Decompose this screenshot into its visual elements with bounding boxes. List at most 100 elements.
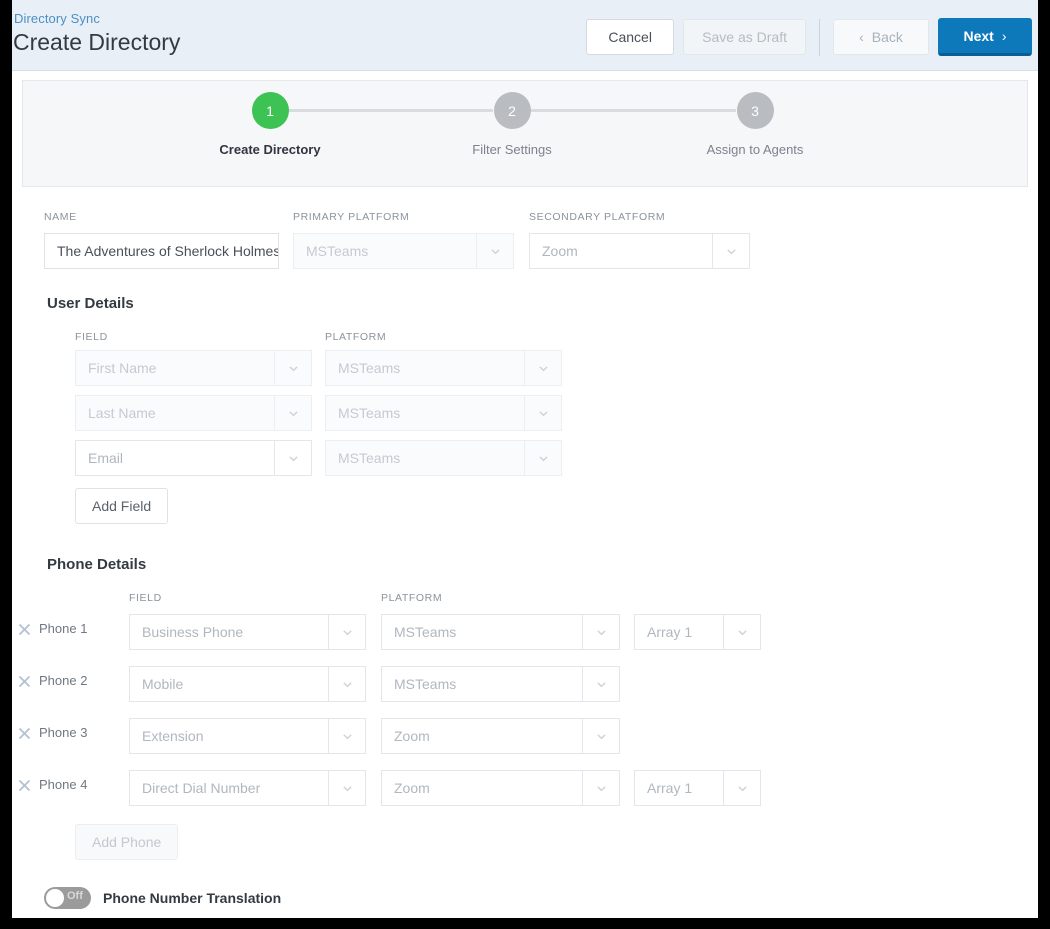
user-detail-row: Last Name MSTeams bbox=[12, 392, 1038, 437]
phone-number-translation-row: Off Phone Number Translation bbox=[44, 884, 1038, 912]
remove-phone-icon[interactable] bbox=[17, 726, 32, 741]
phone-number-translation-toggle[interactable]: Off bbox=[44, 887, 91, 909]
phone-array-select[interactable]: Array 1 bbox=[634, 614, 761, 650]
stepper-connector-line bbox=[531, 109, 736, 112]
toggle-knob bbox=[46, 889, 64, 907]
remove-phone-icon[interactable] bbox=[17, 778, 32, 793]
phone-field-select-value: Mobile bbox=[129, 666, 328, 702]
page-header: Directory Sync Create Directory Cancel S… bbox=[12, 0, 1038, 71]
chevron-down-icon bbox=[328, 770, 366, 806]
chevron-down-icon bbox=[524, 440, 562, 476]
phone-field-select[interactable]: Mobile bbox=[129, 666, 366, 702]
user-field-select[interactable]: Last Name bbox=[75, 395, 312, 431]
user-field-select[interactable]: Email bbox=[75, 440, 312, 476]
name-field-group: NAME The Adventures of Sherlock Holmes bbox=[44, 211, 279, 269]
phone-field-select-value: Direct Dial Number bbox=[129, 770, 328, 806]
user-platform-select-value: MSTeams bbox=[325, 440, 524, 476]
remove-phone-icon[interactable] bbox=[17, 622, 32, 637]
phone-platform-select[interactable]: Zoom bbox=[381, 718, 620, 754]
next-button[interactable]: Next › bbox=[938, 18, 1032, 56]
stepper-step-1[interactable]: 1 Create Directory bbox=[185, 92, 355, 157]
save-as-draft-button[interactable]: Save as Draft bbox=[683, 19, 806, 55]
user-platform-select[interactable]: MSTeams bbox=[325, 440, 562, 476]
back-button[interactable]: ‹ Back bbox=[833, 19, 929, 55]
stepper-step-number: 2 bbox=[493, 92, 531, 129]
back-button-label: Back bbox=[871, 29, 903, 45]
phone-detail-row: Phone 3 Extension Zoom bbox=[12, 712, 1038, 764]
top-fields-row: NAME The Adventures of Sherlock Holmes P… bbox=[12, 211, 1038, 275]
phone-field-column-header: FIELD bbox=[129, 592, 162, 604]
stepper-connector-line bbox=[289, 109, 493, 112]
stepper-step-3[interactable]: 3 Assign to Agents bbox=[670, 92, 840, 157]
user-field-select[interactable]: First Name bbox=[75, 350, 312, 386]
chevron-down-icon bbox=[582, 666, 620, 702]
user-detail-row: Email MSTeams bbox=[12, 437, 1038, 482]
phone-field-select[interactable]: Direct Dial Number bbox=[129, 770, 366, 806]
chevron-down-icon bbox=[274, 395, 312, 431]
user-platform-column-header: PLATFORM bbox=[325, 331, 387, 343]
phone-details-rows: Phone 1 Business Phone MSTeams Array 1 Phone… bbox=[12, 608, 1038, 816]
phone-array-select-value: Array 1 bbox=[634, 614, 723, 650]
chevron-down-icon bbox=[328, 666, 366, 702]
phone-platform-select[interactable]: MSTeams bbox=[381, 666, 620, 702]
chevron-down-icon bbox=[524, 395, 562, 431]
user-field-select-value: Last Name bbox=[75, 395, 274, 431]
name-label: NAME bbox=[44, 211, 77, 223]
add-field-button[interactable]: Add Field bbox=[75, 488, 169, 524]
user-platform-select[interactable]: MSTeams bbox=[325, 395, 562, 431]
stepper-step-number: 3 bbox=[736, 92, 774, 129]
next-button-label: Next bbox=[963, 28, 994, 44]
phone-platform-select[interactable]: MSTeams bbox=[381, 614, 620, 650]
chevron-down-icon bbox=[723, 770, 761, 806]
phone-number-translation-label: Phone Number Translation bbox=[103, 890, 282, 906]
page-title: Create Directory bbox=[13, 29, 181, 55]
phone-row-name: Phone 2 bbox=[39, 673, 88, 688]
phone-platform-select-value: MSTeams bbox=[381, 614, 582, 650]
phone-array-select-value: Array 1 bbox=[634, 770, 723, 806]
chevron-down-icon bbox=[582, 718, 620, 754]
remove-phone-icon[interactable] bbox=[17, 674, 32, 689]
application-window: Directory Sync Create Directory Cancel S… bbox=[12, 0, 1038, 918]
primary-platform-select[interactable]: MSTeams bbox=[293, 233, 514, 269]
user-detail-row: First Name MSTeams bbox=[12, 347, 1038, 392]
chevron-down-icon bbox=[524, 350, 562, 386]
user-details-title: User Details bbox=[47, 295, 134, 312]
phone-detail-row: Phone 2 Mobile MSTeams bbox=[12, 660, 1038, 712]
user-platform-select[interactable]: MSTeams bbox=[325, 350, 562, 386]
name-input[interactable]: The Adventures of Sherlock Holmes bbox=[44, 233, 279, 269]
phone-platform-select-value: MSTeams bbox=[381, 666, 582, 702]
phone-field-select[interactable]: Business Phone bbox=[129, 614, 366, 650]
user-field-select-value: First Name bbox=[75, 350, 274, 386]
user-platform-select-value: MSTeams bbox=[325, 350, 524, 386]
cancel-button[interactable]: Cancel bbox=[586, 19, 675, 55]
stepper-step-2[interactable]: 2 Filter Settings bbox=[427, 92, 597, 157]
phone-array-select[interactable]: Array 1 bbox=[634, 770, 761, 806]
primary-platform-value: MSTeams bbox=[293, 233, 476, 269]
phone-field-select-value: Extension bbox=[129, 718, 328, 754]
user-field-column-header: FIELD bbox=[75, 331, 108, 343]
phone-platform-select[interactable]: Zoom bbox=[381, 770, 620, 806]
secondary-platform-value: Zoom bbox=[529, 233, 712, 269]
secondary-platform-select[interactable]: Zoom bbox=[529, 233, 750, 269]
wizard-stepper-panel: 1 Create Directory 2 Filter Settings 3 Assign… bbox=[22, 80, 1028, 187]
primary-platform-label: PRIMARY PLATFORM bbox=[293, 211, 410, 223]
breadcrumb[interactable]: Directory Sync bbox=[14, 11, 100, 26]
secondary-platform-group: SECONDARY PLATFORM Zoom bbox=[529, 211, 750, 269]
phone-field-select[interactable]: Extension bbox=[129, 718, 366, 754]
user-field-select-value: Email bbox=[75, 440, 274, 476]
phone-field-select-value: Business Phone bbox=[129, 614, 328, 650]
chevron-down-icon bbox=[328, 718, 366, 754]
phone-row-name: Phone 3 bbox=[39, 725, 88, 740]
chevron-down-icon bbox=[274, 350, 312, 386]
header-actions: Cancel Save as Draft ‹ Back Next › bbox=[586, 18, 1032, 56]
stepper-step-label: Filter Settings bbox=[472, 142, 552, 157]
chevron-down-icon bbox=[582, 614, 620, 650]
phone-detail-row: Phone 1 Business Phone MSTeams Array 1 bbox=[12, 608, 1038, 660]
phone-details-title: Phone Details bbox=[47, 556, 147, 573]
phone-platform-column-header: PLATFORM bbox=[381, 592, 443, 604]
directory-form: NAME The Adventures of Sherlock Holmes P… bbox=[12, 187, 1038, 912]
chevron-down-icon bbox=[274, 440, 312, 476]
add-phone-button[interactable]: Add Phone bbox=[75, 824, 179, 860]
name-input-value: The Adventures of Sherlock Holmes bbox=[44, 233, 279, 269]
phone-platform-select-value: Zoom bbox=[381, 718, 582, 754]
